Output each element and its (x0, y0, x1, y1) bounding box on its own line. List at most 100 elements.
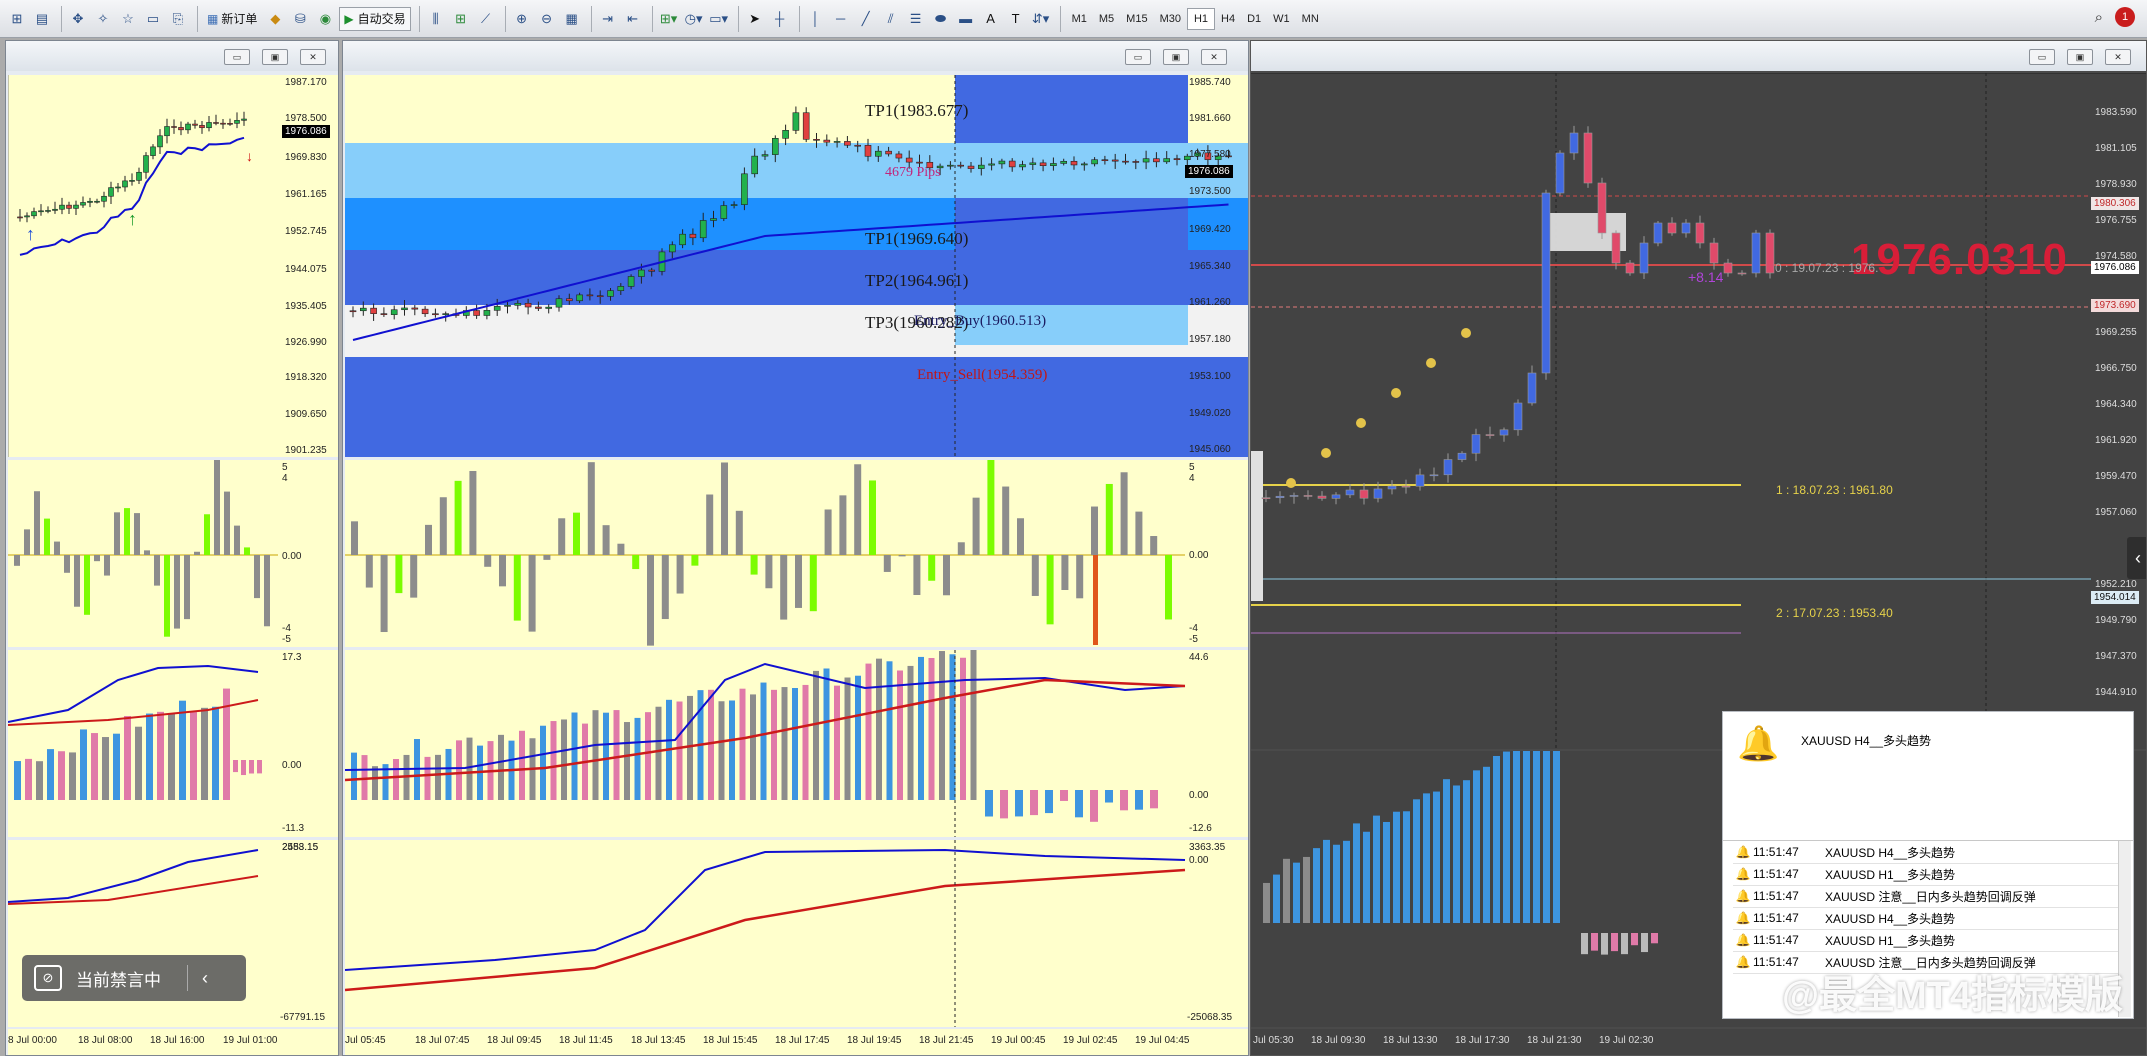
search-icon[interactable]: ⌕ (2095, 9, 2103, 26)
histogram-bar (676, 701, 683, 800)
text-label-button[interactable]: T (1005, 7, 1027, 31)
histogram-bar (943, 555, 950, 596)
mid-osc3-pane[interactable]: 3363.35 0.00 -25068.35 (345, 840, 1248, 1027)
autoscroll-button[interactable]: ⇥ (597, 7, 619, 31)
cursor-button[interactable]: ➤ (744, 7, 766, 31)
timeframe-mn[interactable]: MN (1296, 8, 1325, 30)
channel-button[interactable]: ⫽ (880, 7, 902, 31)
timeframe-h1[interactable]: H1 (1186, 7, 1216, 30)
profiles-button[interactable]: ▤ (31, 7, 53, 31)
rectangle-button[interactable]: ▬ (955, 7, 977, 31)
minimize-button[interactable]: ▭ (1125, 49, 1151, 65)
terminal-button[interactable]: ▭ (142, 7, 164, 31)
histogram-bar (212, 706, 219, 800)
candle-body (947, 164, 954, 167)
candle-body (157, 135, 163, 148)
new-order-button[interactable]: ▦ 新订单 (203, 7, 261, 31)
ellipse-button[interactable]: ⬬ (930, 7, 952, 31)
histogram-bar (1601, 933, 1608, 955)
timeframe-m15[interactable]: M15 (1120, 8, 1153, 30)
candle-body (555, 298, 563, 308)
templates-button[interactable]: ▭▾ (708, 7, 730, 31)
left-osc2-pane[interactable]: 17.3 0.00 -11.3 (8, 650, 338, 837)
axis-label: 0.00 (1189, 550, 1209, 561)
alert-row[interactable]: 🔔 11:51:47 XAUUSD 注意__日内多头趋势回调反弹 (1733, 885, 2119, 908)
bell-icon: 🔔 (1735, 889, 1751, 903)
tile-windows-button[interactable]: ▦ (561, 7, 583, 31)
alert-row[interactable]: 🔔 11:51:47 XAUUSD H4__多头趋势 (1733, 907, 2119, 930)
histogram-bar (1293, 862, 1300, 923)
favorites-button[interactable]: ☆ (117, 7, 139, 31)
histogram-bar (1333, 844, 1340, 923)
alert-row[interactable]: 🔔 11:51:47 XAUUSD H1__多头趋势 (1733, 863, 2119, 886)
axis-label: -4 (282, 623, 291, 634)
timeframe-h4[interactable]: H4 (1215, 8, 1241, 30)
timeframe-w1[interactable]: W1 (1267, 8, 1296, 30)
crosshair-button[interactable]: ┼ (769, 7, 791, 31)
candlestick-button[interactable]: ⊞ (450, 7, 472, 31)
notification-icon[interactable]: 1 (2115, 7, 2135, 27)
left-price-pane[interactable]: ↑ ↑ ↓ 1987.170 1978.500 1969.830 1961.165 … (8, 75, 338, 457)
vertical-line-button[interactable]: │ (805, 7, 827, 31)
price-label: 1985.740 (1189, 77, 1231, 88)
chart-window-middle: ▭ ▣ ✕ TP1(1983.677) 4679 Pips TP1(1969.6… (342, 40, 1249, 1056)
maximize-button[interactable]: ▣ (1163, 49, 1189, 65)
timeframe-d1[interactable]: D1 (1241, 8, 1267, 30)
zoom-in-button[interactable]: ⊕ (511, 7, 533, 31)
scroll-right-icon[interactable]: ‹ (2127, 537, 2146, 579)
histogram-bar (1015, 790, 1023, 817)
histogram-bar (781, 687, 788, 800)
periods-button[interactable]: ◷▾ (683, 7, 705, 31)
market-button[interactable]: ◉ (314, 7, 336, 31)
mid-osc1-pane[interactable]: 5 4 0.00 -4 -5 (345, 460, 1248, 647)
timeframe-m30[interactable]: M30 (1154, 8, 1187, 30)
timeframe-m5[interactable]: M5 (1093, 8, 1120, 30)
timeframe-m1[interactable]: M1 (1066, 8, 1093, 30)
right-price-pane[interactable]: 1983.590 1981.105 1978.930 1976.755 1974… (1251, 73, 2146, 749)
alert-row[interactable]: 🔔 11:51:47 XAUUSD H1__多头趋势 (1733, 929, 2119, 952)
navigator-button[interactable]: ✧ (92, 7, 114, 31)
minimize-button[interactable]: ▭ (224, 49, 250, 65)
text-button[interactable]: A (980, 7, 1002, 31)
zoom-out-button[interactable]: ⊖ (536, 7, 558, 31)
arrows-button[interactable]: ⇵▾ (1030, 7, 1052, 31)
clock-icon: ◷▾ (684, 10, 703, 26)
mid-price-pane[interactable]: TP1(1983.677) 4679 Pips TP1(1969.640) TP… (345, 75, 1248, 457)
strategy-tester-button[interactable]: ⎘ (167, 7, 189, 31)
minimize-icon: ▭ (1133, 51, 1143, 62)
minimize-button[interactable]: ▭ (2029, 49, 2055, 65)
axis-label: -67791.15 (280, 1012, 326, 1023)
left-osc1-pane[interactable]: 5 4 0.00 -4 -5 (8, 460, 338, 647)
signals-button[interactable]: ⛁ (289, 7, 311, 31)
mid-osc2-pane[interactable]: 44.6 0.00 -12.6 (345, 650, 1248, 837)
close-button[interactable]: ✕ (1201, 49, 1227, 65)
new-chart-button[interactable]: ⊞ (6, 7, 28, 31)
collapse-icon[interactable]: ‹ (202, 968, 208, 989)
market-watch-button[interactable]: ✥ (67, 7, 89, 31)
axis-label: 0.00 (1189, 855, 1209, 866)
close-button[interactable]: ✕ (2105, 49, 2131, 65)
maximize-button[interactable]: ▣ (262, 49, 288, 65)
line-chart-button[interactable]: ⟋ (475, 7, 497, 31)
divider (187, 965, 188, 991)
histogram-bar (466, 737, 473, 800)
auto-trading-button[interactable]: ▶ 自动交易 (339, 6, 411, 31)
alert-row[interactable]: 🔔 11:51:47 XAUUSD H4__多头趋势 (1733, 841, 2119, 864)
fibonacci-button[interactable]: ☰ (905, 7, 927, 31)
candle-body (874, 150, 882, 157)
close-button[interactable]: ✕ (300, 49, 326, 65)
metaeditor-button[interactable]: ◆ (264, 7, 286, 31)
price-label: 1944.075 (285, 264, 327, 275)
histogram-bar (1165, 555, 1172, 620)
text-icon: A (986, 11, 995, 26)
indicators-button[interactable]: ⊞▾ (658, 7, 680, 31)
alert-time: 11:51:47 (1753, 867, 1799, 881)
horizontal-line-button[interactable]: ─ (830, 7, 852, 31)
candle-body (1070, 160, 1078, 166)
mute-status-bar[interactable]: ⊘ 当前禁言中 ‹ (22, 955, 246, 1001)
time-label: 19 Jul 02:45 (1063, 1035, 1118, 1046)
chart-shift-button[interactable]: ⇤ (622, 7, 644, 31)
bar-chart-button[interactable]: ⫼ (425, 7, 447, 31)
trendline-button[interactable]: ╱ (855, 7, 877, 31)
maximize-button[interactable]: ▣ (2067, 49, 2093, 65)
